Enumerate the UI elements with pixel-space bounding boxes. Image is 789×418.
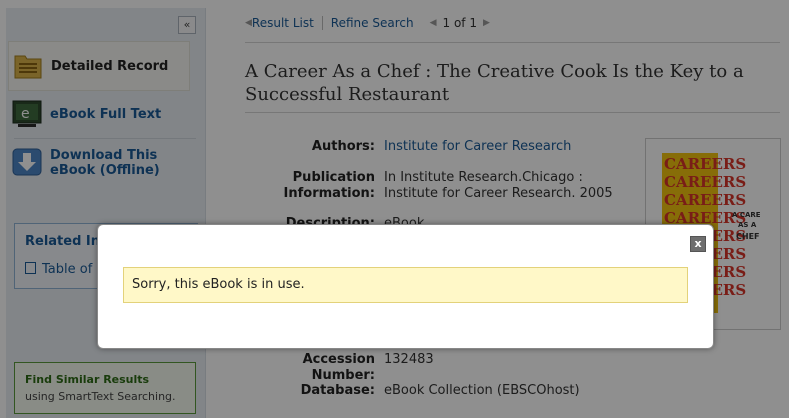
modal-overlay: [0, 0, 789, 418]
alert-dialog: x Sorry, this eBook is in use.: [97, 224, 714, 349]
close-icon[interactable]: x: [690, 236, 706, 252]
alert-message: Sorry, this eBook is in use.: [132, 277, 305, 292]
alert-message-box: Sorry, this eBook is in use.: [123, 267, 688, 303]
page: « Detailed Record e eBook Full Text Down…: [0, 0, 789, 418]
